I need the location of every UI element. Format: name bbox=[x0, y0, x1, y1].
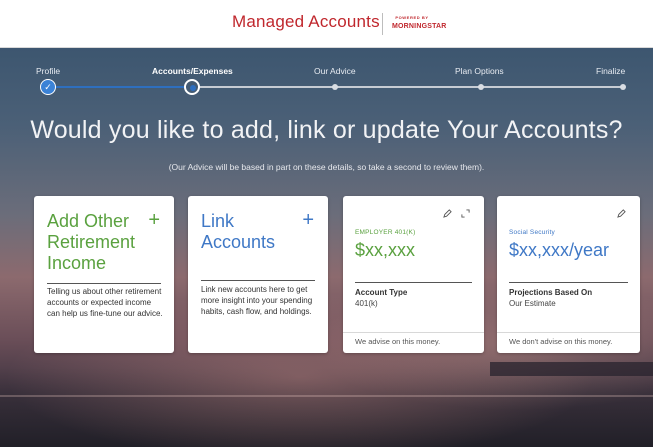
account-balance: $xx,xxx bbox=[355, 240, 416, 260]
account-name: EMPLOYER 401(K) bbox=[355, 229, 416, 236]
partner-brand-text: MORNINGSTAR bbox=[392, 23, 447, 30]
progress-track-complete bbox=[50, 86, 186, 88]
card-divider bbox=[47, 283, 161, 284]
page-subline: (Our Advice will be based in part on the… bbox=[168, 162, 485, 172]
add-income-description: Telling us about other retirement accoun… bbox=[47, 287, 163, 318]
expand-icon[interactable] bbox=[461, 209, 470, 220]
title-divider bbox=[382, 13, 383, 35]
link-accounts-description: Link new accounts here to get more insig… bbox=[201, 285, 313, 316]
advice-status-note: We advise on this money. bbox=[355, 337, 441, 346]
step-advice-marker bbox=[332, 84, 338, 90]
account-type-value: 401(k) bbox=[355, 299, 378, 308]
current-step-dot bbox=[190, 85, 196, 91]
account-name: Social Security bbox=[509, 229, 555, 236]
step-accounts-label[interactable]: Accounts/Expenses bbox=[152, 66, 233, 76]
step-finalize-marker bbox=[620, 84, 626, 90]
step-profile-check-icon[interactable]: ✓ bbox=[40, 79, 56, 95]
step-advice-label: Our Advice bbox=[314, 66, 356, 76]
card-footer-divider bbox=[343, 332, 484, 333]
partner-logo: POWERED BY MORNINGSTAR bbox=[392, 15, 447, 35]
add-income-title: Add Other Retirement Income bbox=[47, 211, 136, 273]
advice-status-note: We don't advise on this money. bbox=[509, 337, 613, 346]
projection-basis-value: Our Estimate bbox=[509, 299, 556, 308]
edit-pencil-icon[interactable] bbox=[443, 209, 452, 220]
projection-basis-label: Projections Based On bbox=[509, 288, 593, 297]
page-headline: Would you like to add, link or update Yo… bbox=[30, 116, 623, 144]
employer-401k-card[interactable]: EMPLOYER 401(K) $xx,xxx Account Type 401… bbox=[343, 196, 484, 353]
add-retirement-income-card[interactable]: Add Other Retirement Income + Telling us… bbox=[34, 196, 174, 353]
step-plan-options-label: Plan Options bbox=[455, 66, 504, 76]
card-divider bbox=[201, 280, 315, 281]
card-divider bbox=[355, 282, 472, 283]
edit-pencil-icon[interactable] bbox=[617, 209, 626, 220]
card-footer-divider bbox=[497, 332, 640, 333]
background-pier bbox=[490, 362, 653, 376]
social-security-card[interactable]: Social Security $xx,xxx/year Projections… bbox=[497, 196, 640, 353]
account-type-label: Account Type bbox=[355, 288, 408, 297]
step-accounts-current-marker[interactable] bbox=[184, 79, 200, 95]
app-header: Managed Accounts POWERED BY MORNINGSTAR bbox=[0, 0, 653, 48]
plus-icon[interactable]: + bbox=[302, 210, 314, 230]
step-finalize-label: Finalize bbox=[596, 66, 626, 76]
plus-icon[interactable]: + bbox=[148, 210, 160, 230]
account-balance: $xx,xxx/year bbox=[509, 240, 610, 260]
app-title: Managed Accounts bbox=[232, 12, 380, 31]
link-accounts-card[interactable]: Link Accounts + Link new accounts here t… bbox=[188, 196, 328, 353]
link-accounts-title: Link Accounts bbox=[201, 211, 276, 252]
step-plan-options-marker bbox=[478, 84, 484, 90]
card-divider bbox=[509, 282, 628, 283]
progress-track-remaining bbox=[198, 86, 623, 88]
background-horizon bbox=[0, 395, 653, 397]
step-profile-label[interactable]: Profile bbox=[36, 66, 60, 76]
